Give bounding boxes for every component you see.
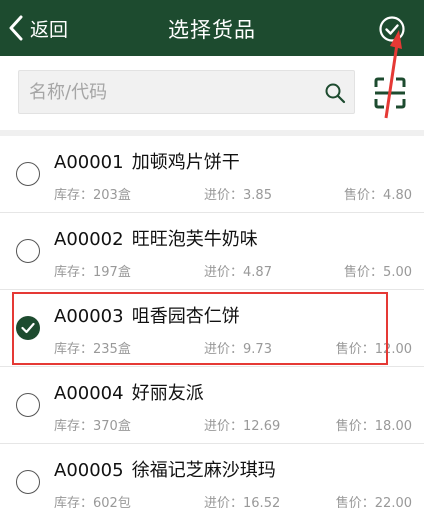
- product-name: 好丽友派: [131, 383, 204, 404]
- search-input[interactable]: [29, 71, 309, 113]
- cost-value: 9.73: [243, 342, 272, 357]
- product-code: A00002: [54, 229, 124, 250]
- top-bar: 返回 选择货品: [0, 0, 424, 56]
- cost-value: 16.52: [243, 496, 281, 508]
- search-bar: [0, 56, 424, 130]
- product-code: A00003: [54, 306, 124, 327]
- cost-value: 12.69: [243, 419, 281, 434]
- product-code: A00004: [54, 383, 124, 404]
- price-label: 售价：: [344, 265, 384, 280]
- list-item[interactable]: A00001 加顿鸡片饼干 库存：203盒 进价：3.85 售价：4.80: [0, 136, 424, 213]
- list-item[interactable]: A00005 徐福记芝麻沙琪玛 库存：602包 进价：16.52 售价：22.0…: [0, 444, 424, 508]
- cost-value: 3.85: [243, 188, 272, 203]
- radio-button[interactable]: [16, 393, 40, 417]
- stock-value: 203盒: [93, 188, 131, 203]
- confirm-button[interactable]: [378, 15, 406, 43]
- search-box: [18, 70, 355, 114]
- radio-button[interactable]: [16, 162, 40, 186]
- product-code: A00005: [54, 460, 124, 481]
- stock-label: 库存：: [54, 342, 94, 357]
- stock-label: 库存：: [54, 265, 94, 280]
- list-item[interactable]: A00003 咀香园杏仁饼 库存：235盒 进价：9.73 售价：12.00: [0, 290, 424, 367]
- scan-icon[interactable]: [373, 76, 407, 110]
- price-label: 售价：: [335, 419, 375, 434]
- cost-label: 进价：: [204, 496, 244, 508]
- stock-value: 197盒: [93, 265, 131, 280]
- list-item[interactable]: A00004 好丽友派 库存：370盒 进价：12.69 售价：18.00: [0, 367, 424, 444]
- product-name: 徐福记芝麻沙琪玛: [131, 460, 276, 481]
- check-icon: [21, 322, 35, 334]
- cost-label: 进价：: [204, 342, 244, 357]
- radio-button[interactable]: [16, 470, 40, 494]
- price-value: 18.00: [374, 419, 412, 434]
- product-name: 加顿鸡片饼干: [131, 152, 240, 173]
- stock-label: 库存：: [54, 419, 94, 434]
- price-value: 4.80: [383, 188, 412, 203]
- list-item[interactable]: A00002 旺旺泡芙牛奶味 库存：197盒 进价：4.87 售价：5.00: [0, 213, 424, 290]
- search-icon[interactable]: [323, 81, 347, 105]
- stock-value: 602包: [93, 496, 131, 508]
- price-value: 12.00: [374, 342, 412, 357]
- stock-label: 库存：: [54, 496, 94, 508]
- product-code: A00001: [54, 152, 124, 173]
- cost-label: 进价：: [204, 265, 244, 280]
- product-list: A00001 加顿鸡片饼干 库存：203盒 进价：3.85 售价：4.80 A0…: [0, 136, 424, 508]
- cost-label: 进价：: [204, 419, 244, 434]
- cost-value: 4.87: [243, 265, 272, 280]
- page-title: 选择货品: [168, 18, 256, 42]
- check-circle-icon: [379, 16, 405, 42]
- price-value: 22.00: [374, 496, 412, 508]
- radio-button[interactable]: [16, 239, 40, 263]
- product-name: 旺旺泡芙牛奶味: [131, 229, 258, 250]
- stock-value: 370盒: [93, 419, 131, 434]
- price-label: 售价：: [335, 496, 375, 508]
- price-value: 5.00: [383, 265, 412, 280]
- stock-value: 235盒: [93, 342, 131, 357]
- price-label: 售价：: [344, 188, 384, 203]
- cost-label: 进价：: [204, 188, 244, 203]
- product-name: 咀香园杏仁饼: [131, 306, 240, 327]
- radio-button-checked[interactable]: [16, 316, 40, 340]
- stock-label: 库存：: [54, 188, 94, 203]
- price-label: 售价：: [335, 342, 375, 357]
